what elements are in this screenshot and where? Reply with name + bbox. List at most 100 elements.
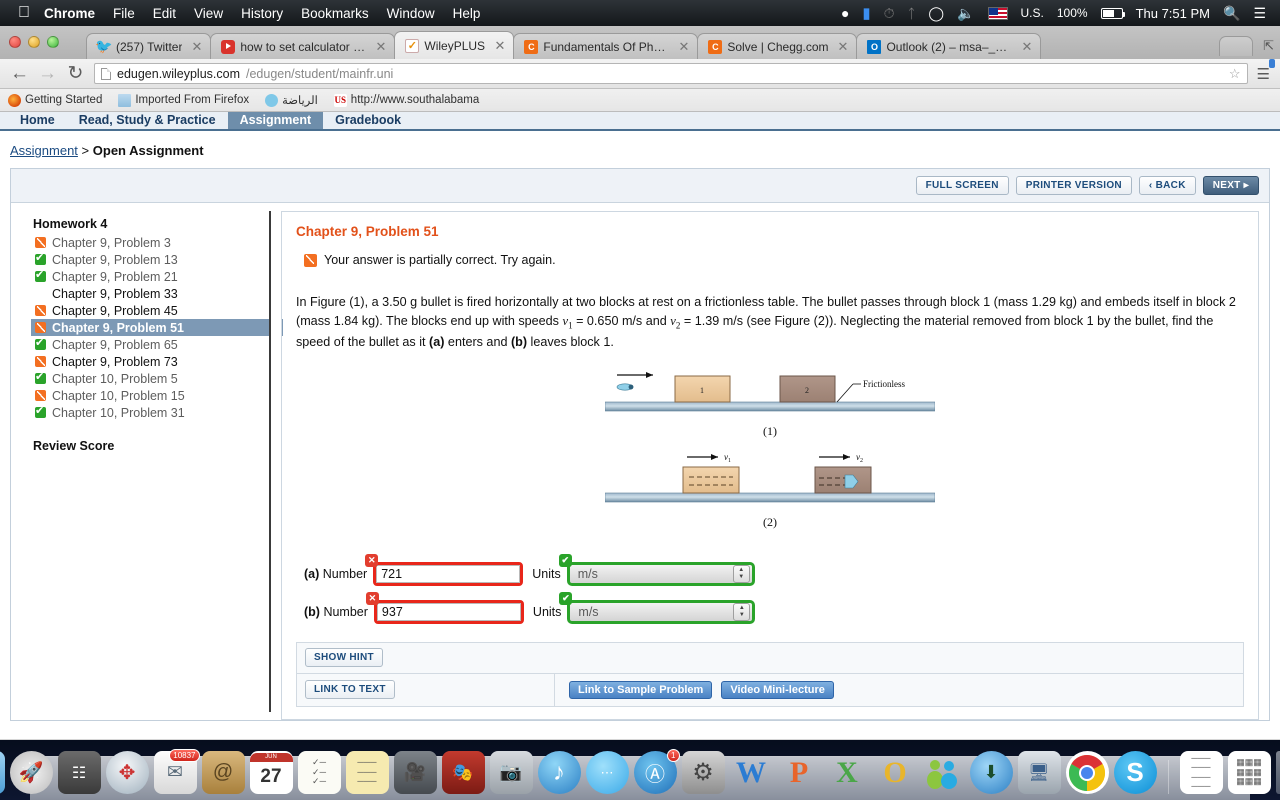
sidebar-item-ch9-p13[interactable]: Chapter 9, Problem 13 (33, 251, 269, 268)
link-to-text-button[interactable]: LINK TO TEXT (305, 680, 395, 700)
zoom-window-button[interactable] (47, 36, 59, 48)
keyboard-flag-icon[interactable] (987, 6, 1008, 20)
photo-booth-icon[interactable]: 🎭 (441, 751, 485, 794)
window-controls[interactable] (9, 36, 59, 48)
bluetooth-icon[interactable]: ᛏ (908, 6, 916, 21)
back-button[interactable]: ‹ BACK (1138, 176, 1196, 195)
tab-outlook[interactable]: O Outlook (2) – msa–_–2009 ✕ (856, 33, 1042, 59)
sidebar-item-ch9-p33[interactable]: Chapter 9, Problem 33 (33, 285, 269, 302)
sidebar-item-ch9-p21[interactable]: Chapter 9, Problem 21 (33, 268, 269, 285)
back-icon[interactable]: ← (10, 64, 29, 83)
fullscreen-expand-icon[interactable]: ⇱ (1263, 38, 1274, 54)
spreadsheet-icon[interactable]: ▦▦▦ ▦▦▦ ▦▦▦ (1227, 751, 1271, 794)
calendar-icon[interactable]: JUN 27 (249, 751, 293, 794)
skype-icon[interactable]: S (1113, 751, 1157, 794)
nav-tab-assignment[interactable]: Assignment (227, 112, 324, 129)
tab-wileyplus[interactable]: ✓ WileyPLUS ✕ (394, 31, 515, 59)
remote-desktop-icon[interactable]: 🖥 (1017, 751, 1061, 794)
stepper-icon[interactable]: ▲ ▼ (733, 602, 751, 621)
spotlight-search-icon[interactable]: 🔍 (1223, 5, 1240, 22)
finder-icon[interactable]: ☺ (0, 751, 5, 794)
sidebar-item-ch9-p45[interactable]: Chapter 9, Problem 45 (33, 302, 269, 319)
reminders-icon[interactable]: ✓─ ✓─ ✓─ (297, 751, 341, 794)
battery-percent-label[interactable]: 100% (1057, 6, 1088, 20)
menu-help[interactable]: Help (453, 6, 481, 21)
sidebar-item-ch9-p3[interactable]: Chapter 9, Problem 3 (33, 234, 269, 251)
mail-icon[interactable]: ✉ 10837 (153, 749, 200, 794)
answer-a-units-select[interactable]: m/s ▲ ▼ (566, 561, 755, 586)
menu-bookmarks[interactable]: Bookmarks (301, 6, 369, 21)
menu-file[interactable]: File (113, 6, 135, 21)
tab-chegg-solve[interactable]: C Solve | Chegg.com ✕ (697, 33, 858, 59)
menu-edit[interactable]: Edit (153, 6, 176, 21)
download-icon[interactable]: ⬇ (969, 751, 1013, 794)
bookmark-getting-started[interactable]: Getting Started (8, 93, 102, 107)
sidebar-item-ch10-p5[interactable]: Chapter 10, Problem 5 (33, 370, 269, 387)
tab-close-icon[interactable]: ✕ (674, 40, 689, 53)
tab-youtube[interactable]: how to set calculator ti 84 ✕ (210, 33, 396, 59)
sidebar-item-ch10-p31[interactable]: Chapter 10, Problem 31 (33, 404, 269, 421)
notification-center-icon[interactable]: ☰ (1253, 5, 1266, 22)
answer-b-units-select[interactable]: m/s ▲ ▼ (567, 599, 756, 624)
address-bar[interactable]: edugen.wileyplus.com/edugen/student/main… (94, 63, 1248, 84)
mission-control-icon[interactable]: ☷ (57, 751, 101, 794)
time-machine-icon[interactable]: ⏱ (884, 5, 895, 22)
sidebar-item-ch9-p73[interactable]: Chapter 9, Problem 73 (33, 353, 269, 370)
launchpad-icon[interactable]: 🚀 (9, 751, 53, 794)
microsoft-excel-icon[interactable]: X (826, 751, 869, 794)
answer-b-number-field[interactable] (373, 599, 524, 624)
system-preferences-icon[interactable]: ⚙ (681, 751, 725, 794)
apple-menu-icon[interactable]:  (18, 5, 30, 21)
notes-icon[interactable]: ─── ─── ─── (345, 751, 389, 794)
google-chrome-icon[interactable] (1065, 751, 1109, 794)
answer-b-number-input[interactable] (376, 602, 521, 621)
tab-close-icon[interactable]: ✕ (1018, 40, 1033, 53)
menu-view[interactable]: View (194, 6, 223, 21)
close-window-button[interactable] (9, 36, 21, 48)
menu-window[interactable]: Window (387, 6, 435, 21)
next-button[interactable]: NEXT ▸ (1202, 176, 1259, 195)
bookmark-arabic[interactable]: الرياضة (265, 93, 318, 107)
bookmark-star-icon[interactable]: ☆ (1229, 66, 1241, 82)
bookmark-southalabama[interactable]: US http://www.southalabama (333, 93, 479, 107)
messages-icon[interactable]: ⋯ (585, 751, 629, 794)
contacts-icon[interactable]: @ (201, 751, 245, 794)
tab-close-icon[interactable]: ✕ (490, 39, 505, 52)
tab-close-icon[interactable]: ✕ (834, 40, 849, 53)
menu-history[interactable]: History (241, 6, 283, 21)
sidebar-item-ch9-p51[interactable]: Chapter 9, Problem 51 (31, 319, 283, 336)
app-store-icon[interactable]: Ⓐ 1 (633, 749, 680, 794)
wifi-icon[interactable]: ◯ (928, 5, 944, 22)
itunes-icon[interactable]: ♪ (537, 751, 581, 794)
dropbox-status-icon[interactable]: ● (841, 5, 849, 21)
menubar-clock[interactable]: Thu 7:51 PM (1136, 6, 1210, 21)
sidebar-item-ch10-p15[interactable]: Chapter 10, Problem 15 (33, 387, 269, 404)
tab-close-icon[interactable]: ✕ (187, 40, 202, 53)
safari-icon[interactable]: ✥ (105, 751, 149, 794)
microsoft-powerpoint-icon[interactable]: P (778, 751, 821, 794)
nav-tab-gradebook[interactable]: Gradebook (323, 112, 413, 129)
review-score-link[interactable]: Review Score (33, 439, 269, 453)
keyboard-layout-label[interactable]: U.S. (1021, 6, 1044, 20)
link-to-sample-problem-button[interactable]: Link to Sample Problem (569, 680, 713, 699)
video-mini-lecture-button[interactable]: Video Mini-lecture (721, 680, 834, 699)
minimize-window-button[interactable] (28, 36, 40, 48)
menu-chrome[interactable]: Chrome (44, 6, 95, 21)
volume-icon[interactable]: 🔈 (957, 5, 974, 22)
tab-twitter[interactable]: 🐦 (257) Twitter ✕ (86, 33, 212, 59)
messenger-icon[interactable] (922, 751, 965, 794)
flux-status-icon[interactable]: ▮ (862, 4, 870, 22)
chrome-menu-icon[interactable]: ☰ (1257, 58, 1275, 83)
trash-icon[interactable]: 🗑 (1275, 751, 1280, 794)
tab-fundamentals-of-physics[interactable]: C Fundamentals Of Physics ✕ (513, 33, 699, 59)
breadcrumb-assignment-link[interactable]: Assignment (10, 143, 78, 158)
iphoto-icon[interactable]: 📷 (489, 751, 533, 794)
stepper-icon[interactable]: ▲ ▼ (732, 564, 750, 583)
printer-version-button[interactable]: PRINTER VERSION (1015, 176, 1132, 195)
bookmark-imported-from-firefox[interactable]: Imported From Firefox (118, 93, 249, 107)
new-tab-button[interactable] (1219, 36, 1254, 56)
tab-close-icon[interactable]: ✕ (371, 40, 386, 53)
answer-a-number-input[interactable] (376, 564, 521, 583)
nav-tab-read-study-practice[interactable]: Read, Study & Practice (67, 112, 228, 129)
sidebar-item-ch9-p65[interactable]: Chapter 9, Problem 65 (33, 336, 269, 353)
